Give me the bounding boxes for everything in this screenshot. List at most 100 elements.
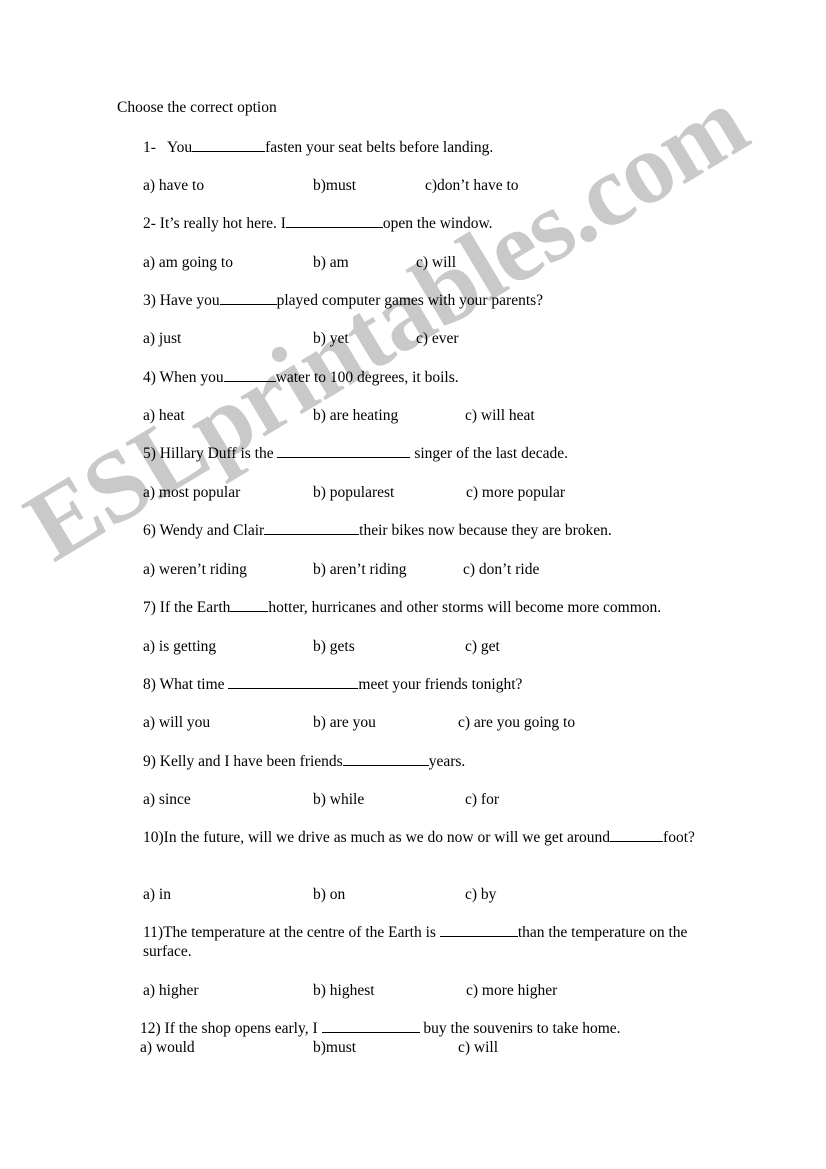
question-3-option-b[interactable]: b) yet bbox=[313, 329, 349, 348]
question-8-number: 8) bbox=[143, 676, 156, 693]
question-8-option-c[interactable]: c) are you going to bbox=[458, 713, 575, 732]
question-4-option-a[interactable]: a) heat bbox=[143, 406, 185, 425]
question-12-text: 12) If the shop opens early, I buy the s… bbox=[140, 1020, 621, 1037]
question-12-options: a) would b)must c) will bbox=[0, 1038, 826, 1057]
question-3-option-a[interactable]: a) just bbox=[143, 329, 181, 348]
question-9-text: 9) Kelly and I have been friends years. bbox=[143, 753, 465, 770]
question-5: 5) Hillary Duff is the singer of the las… bbox=[143, 444, 568, 463]
question-2-option-a[interactable]: a) am going to bbox=[143, 253, 233, 272]
question-12-before: If the shop opens early, I bbox=[160, 1020, 322, 1037]
question-5-blank[interactable] bbox=[277, 444, 411, 458]
question-3-option-c[interactable]: c) ever bbox=[416, 329, 459, 348]
question-6: 6) Wendy and Clair their bikes now becaus… bbox=[143, 521, 612, 540]
question-10-option-b[interactable]: b) on bbox=[313, 885, 345, 904]
question-1-blank[interactable] bbox=[192, 138, 266, 152]
question-7-options: a) is getting b) gets c) get bbox=[0, 637, 826, 656]
question-9-after: years. bbox=[428, 753, 466, 770]
question-12-after: buy the souvenirs to take home. bbox=[419, 1020, 621, 1037]
question-2-after: open the window. bbox=[382, 215, 493, 232]
question-7-text: 7) If the Earth hotter, hurricanes and ot… bbox=[143, 599, 661, 616]
question-1-option-c[interactable]: c)don’t have to bbox=[425, 176, 519, 195]
question-4-options: a) heat b) are heating c) will heat bbox=[0, 406, 826, 425]
question-1-before: You bbox=[166, 139, 193, 156]
question-7-option-b[interactable]: b) gets bbox=[313, 637, 355, 656]
question-7-number: 7) bbox=[143, 599, 156, 616]
question-9-option-a[interactable]: a) since bbox=[143, 790, 191, 809]
question-4-option-c[interactable]: c) will heat bbox=[465, 406, 535, 425]
question-2-blank[interactable] bbox=[285, 214, 383, 228]
question-6-after: their bikes now because they are broken. bbox=[359, 522, 612, 539]
question-1-option-b[interactable]: b)must bbox=[313, 176, 356, 195]
question-8: 8) What time meet your friends tonight? bbox=[143, 675, 522, 694]
question-5-option-a[interactable]: a) most popular bbox=[143, 483, 240, 502]
question-1-option-a[interactable]: a) have to bbox=[143, 176, 204, 195]
question-10-option-c[interactable]: c) by bbox=[465, 885, 496, 904]
question-9-number: 9) bbox=[143, 753, 156, 770]
question-2-before: It’s really hot here. I bbox=[159, 215, 286, 232]
question-2-option-b[interactable]: b) am bbox=[313, 253, 349, 272]
question-3-blank[interactable] bbox=[219, 291, 277, 305]
question-11-blank[interactable] bbox=[439, 923, 518, 937]
question-5-before: Hillary Duff is the bbox=[159, 445, 278, 462]
question-8-option-a[interactable]: a) will you bbox=[143, 713, 210, 732]
question-11-options: a) higher b) highest c) more higher bbox=[0, 981, 826, 1000]
question-5-option-b[interactable]: b) popularest bbox=[313, 483, 394, 502]
question-11-text: 11)The temperature at the centre of the … bbox=[143, 924, 687, 960]
question-10-blank[interactable] bbox=[610, 828, 664, 842]
question-6-option-b[interactable]: b) aren’t riding bbox=[313, 560, 407, 579]
question-4-after: water to 100 degrees, it boils. bbox=[275, 369, 459, 386]
question-7-after: hotter, hurricanes and other storms will… bbox=[268, 599, 662, 616]
question-2-number: 2- bbox=[143, 215, 156, 232]
question-4-before: When you bbox=[159, 369, 224, 386]
page-title: Choose the correct option bbox=[117, 99, 277, 116]
question-12: 12) If the shop opens early, I buy the s… bbox=[140, 1019, 621, 1038]
question-6-text: 6) Wendy and Clair their bikes now becaus… bbox=[143, 522, 612, 539]
question-9-before: Kelly and I have been friends bbox=[155, 753, 343, 770]
question-3-after: played computer games with your parents? bbox=[276, 292, 544, 309]
question-7: 7) If the Earth hotter, hurricanes and ot… bbox=[143, 598, 661, 617]
question-9-option-c[interactable]: c) for bbox=[465, 790, 499, 809]
question-4-option-b[interactable]: b) are heating bbox=[313, 406, 398, 425]
question-11-option-b[interactable]: b) highest bbox=[313, 981, 375, 1000]
question-12-option-a[interactable]: a) would bbox=[140, 1038, 195, 1057]
question-3: 3) Have you played computer games with yo… bbox=[143, 291, 543, 310]
question-1-options: a) have to b)must c)don’t have to bbox=[0, 176, 826, 195]
question-4-blank[interactable] bbox=[223, 368, 276, 382]
question-9-options: a) since b) while c) for bbox=[0, 790, 826, 809]
question-8-text: 8) What time meet your friends tonight? bbox=[143, 676, 522, 693]
question-9-option-b[interactable]: b) while bbox=[313, 790, 364, 809]
question-12-blank[interactable] bbox=[321, 1019, 420, 1033]
question-1-text: 1- You fasten your seat belts before land… bbox=[143, 139, 493, 156]
question-4-text: 4) When you water to 100 degrees, it boil… bbox=[143, 369, 459, 386]
question-6-option-a[interactable]: a) weren’t riding bbox=[143, 560, 247, 579]
question-12-option-b[interactable]: b)must bbox=[313, 1038, 356, 1057]
question-1: 1- You fasten your seat belts before land… bbox=[143, 138, 493, 157]
question-6-before: Wendy and Clair bbox=[159, 522, 265, 539]
question-7-option-a[interactable]: a) is getting bbox=[143, 637, 216, 656]
question-4: 4) When you water to 100 degrees, it boil… bbox=[143, 368, 459, 387]
question-11-option-c[interactable]: c) more higher bbox=[466, 981, 557, 1000]
question-6-options: a) weren’t riding b) aren’t riding c) do… bbox=[0, 560, 826, 579]
question-12-option-c[interactable]: c) will bbox=[458, 1038, 498, 1057]
question-6-number: 6) bbox=[143, 522, 156, 539]
question-8-before: What time bbox=[155, 676, 229, 693]
question-2-option-c[interactable]: c) will bbox=[416, 253, 456, 272]
question-7-blank[interactable] bbox=[230, 598, 269, 612]
question-11-option-a[interactable]: a) higher bbox=[143, 981, 199, 1000]
question-3-number: 3) bbox=[143, 292, 156, 309]
question-9-blank[interactable] bbox=[342, 752, 429, 766]
question-8-blank[interactable] bbox=[228, 675, 359, 689]
question-8-option-b[interactable]: b) are you bbox=[313, 713, 376, 732]
question-6-option-c[interactable]: c) don’t ride bbox=[463, 560, 539, 579]
question-7-option-c[interactable]: c) get bbox=[465, 637, 500, 656]
question-11-number: 11) bbox=[143, 924, 164, 941]
question-11: 11)The temperature at the centre of the … bbox=[143, 923, 713, 961]
question-5-number: 5) bbox=[143, 445, 156, 462]
question-7-before: If the Earth bbox=[159, 599, 231, 616]
question-5-after: singer of the last decade. bbox=[410, 445, 568, 462]
question-6-blank[interactable] bbox=[264, 521, 360, 535]
question-5-text: 5) Hillary Duff is the singer of the las… bbox=[143, 445, 568, 462]
question-10-option-a[interactable]: a) in bbox=[143, 885, 171, 904]
question-10-before: In the future, will we drive as much as … bbox=[163, 829, 611, 846]
question-5-option-c[interactable]: c) more popular bbox=[466, 483, 565, 502]
